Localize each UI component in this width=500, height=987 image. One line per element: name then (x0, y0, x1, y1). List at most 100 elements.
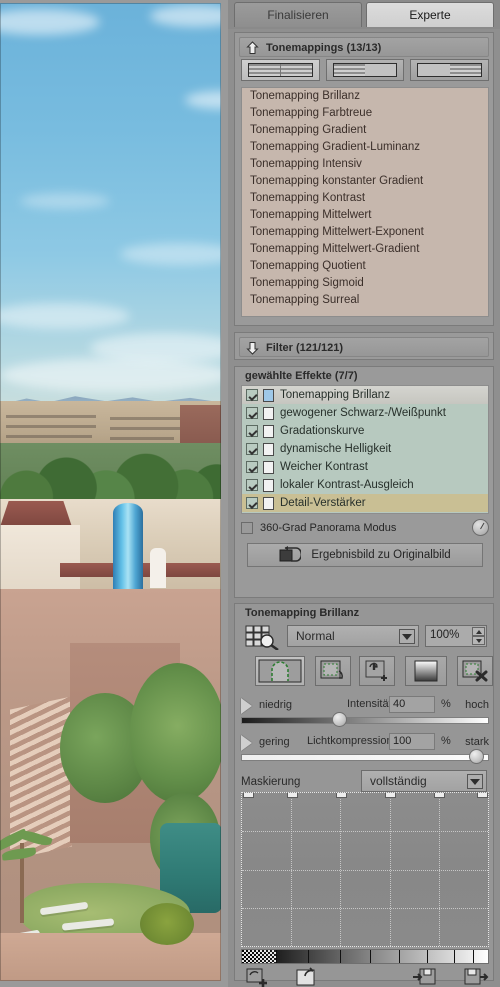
checkbox-checked-icon[interactable] (246, 425, 258, 437)
cloud (20, 193, 110, 209)
gradient-mask-button[interactable] (405, 656, 447, 686)
view-mode-left-button[interactable] (325, 59, 405, 81)
checkbox-checked-icon[interactable] (246, 407, 258, 419)
slider-min-label: gering (259, 736, 290, 748)
mask-handle[interactable] (477, 793, 488, 798)
list-item[interactable]: Tonemapping konstanter Gradient (242, 173, 488, 190)
mask-handle[interactable] (336, 793, 347, 798)
list-item[interactable]: Tonemapping Intensiv (242, 156, 488, 173)
filter-panel: Filter (121/121) (234, 332, 494, 360)
preview-image[interactable] (0, 3, 221, 981)
filter-header[interactable]: Filter (121/121) (239, 337, 489, 357)
arrow-up-icon (246, 41, 259, 55)
page-icon (263, 424, 274, 438)
checkbox-checked-icon[interactable] (246, 479, 258, 491)
checkbox-checked-icon[interactable] (246, 443, 258, 455)
checkbox-checked-icon[interactable] (246, 461, 258, 473)
slider-reset-icon[interactable] (241, 698, 252, 714)
lichtkompression-track[interactable] (241, 754, 489, 761)
mask-new-button[interactable] (245, 966, 271, 987)
page-icon (263, 442, 274, 456)
list-item[interactable]: Tonemapping Gradient (242, 122, 488, 139)
list-item[interactable]: Tonemapping Quotient (242, 258, 488, 275)
tonemappings-list[interactable]: Tonemapping Brillanz Tonemapping Farbtre… (241, 87, 489, 317)
mask-mode-select[interactable]: vollständig (361, 770, 487, 792)
slider-reset-icon[interactable] (241, 735, 252, 751)
view-mode-right-button[interactable] (410, 59, 490, 81)
tree (130, 663, 221, 803)
list-item[interactable]: Gradationskurve (242, 422, 488, 440)
list-item-label: Gradationskurve (280, 425, 365, 437)
list-item[interactable]: lokaler Kontrast-Ausgleich (242, 476, 488, 494)
list-item[interactable]: Tonemapping Sigmoid (242, 275, 488, 292)
mask-delete-button[interactable] (457, 656, 493, 686)
mask-handle[interactable] (385, 793, 396, 798)
stepper-up-icon[interactable] (472, 627, 485, 636)
slider-unit: % (441, 698, 451, 710)
filter-header-label: Filter (121/121) (266, 342, 344, 354)
mask-save-button[interactable] (413, 966, 439, 987)
list-item[interactable]: Tonemapping Surreal (242, 292, 488, 309)
mask-add-button[interactable] (359, 656, 395, 686)
compare-to-original-button[interactable]: Ergebnisbild zu Originalbild (247, 543, 483, 567)
checkbox-checked-icon[interactable] (246, 389, 258, 401)
rotation-knob[interactable] (472, 519, 489, 536)
mask-handle[interactable] (243, 793, 254, 798)
tab-experte[interactable]: Experte (366, 2, 494, 27)
list-item[interactable]: Detail-Verstärker (242, 494, 488, 512)
list-item[interactable]: Tonemapping Farbtreue (242, 105, 488, 122)
mask-handle[interactable] (434, 793, 445, 798)
list-item[interactable]: Tonemapping Gradient-Luminanz (242, 139, 488, 156)
effect-editor-panel: Tonemapping Brillanz Normal 100% niedrig… (234, 603, 494, 987)
mask-gradient-strip[interactable] (241, 949, 489, 964)
slider-unit: % (441, 735, 451, 747)
chevron-down-icon[interactable] (399, 629, 415, 644)
list-item[interactable]: Tonemapping Mittelwert-Exponent (242, 224, 488, 241)
list-item[interactable]: Tonemapping Brillanz (242, 88, 488, 105)
checkbox-checked-icon[interactable] (246, 497, 258, 509)
list-item[interactable]: gewogener Schwarz-/Weißpunkt (242, 404, 488, 422)
mask-open-button[interactable] (295, 966, 321, 987)
grid-magnifier-icon[interactable] (245, 624, 283, 650)
list-item[interactable]: Tonemapping Brillanz (242, 386, 488, 404)
roof (0, 501, 72, 527)
mask-handle[interactable] (287, 793, 298, 798)
page-icon (263, 406, 274, 420)
list-item[interactable]: Weicher Kontrast (242, 458, 488, 476)
list-item[interactable]: Tonemapping Kontrast (242, 190, 488, 207)
list-item-label: gewogener Schwarz-/Weißpunkt (280, 407, 446, 419)
checkbox-unchecked-icon[interactable] (241, 522, 253, 534)
intensity-input[interactable]: 40 (389, 696, 435, 713)
right-panel: Finalisieren Experte Tonemappings (13/13… (228, 0, 500, 987)
lichtkompression-value: 100 (393, 735, 412, 747)
list-item[interactable]: dynamische Helligkeit (242, 440, 488, 458)
intensity-thumb[interactable] (332, 712, 347, 727)
list-item[interactable]: Tonemapping Mittelwert-Gradient (242, 241, 488, 258)
opacity-stepper[interactable]: 100% (425, 625, 487, 647)
chevron-down-icon[interactable] (467, 774, 483, 789)
stepper-down-icon[interactable] (472, 636, 485, 645)
tonemappings-header[interactable]: Tonemappings (13/13) (239, 37, 489, 57)
page-icon (263, 478, 274, 492)
panorama-row: 360-Grad Panorama Modus (241, 519, 489, 537)
mask-export-button[interactable] (463, 966, 489, 987)
mask-full-button[interactable] (255, 656, 305, 686)
tonemappings-header-label: Tonemappings (13/13) (266, 42, 382, 54)
view-mode-both-button[interactable] (241, 59, 320, 81)
list-item-label: dynamische Helligkeit (280, 443, 392, 455)
tonemappings-panel: Tonemappings (13/13) Tonemapping Brillan… (234, 32, 494, 326)
blend-mode-value: Normal (296, 629, 335, 643)
effects-list[interactable]: Tonemapping Brillanz gewogener Schwarz-/… (241, 385, 489, 514)
mask-editor-canvas[interactable] (241, 792, 489, 947)
effects-label: gewählte Effekte (7/7) (245, 370, 358, 382)
lichtkompression-input[interactable]: 100 (389, 733, 435, 750)
application-window: Finalisieren Experte Tonemappings (13/13… (0, 0, 500, 987)
lichtkompression-thumb[interactable] (469, 749, 484, 764)
intensity-track[interactable] (241, 717, 489, 724)
tab-finalisieren[interactable]: Finalisieren (234, 2, 362, 27)
blend-mode-select[interactable]: Normal (287, 625, 419, 647)
mask-copy-button[interactable] (315, 656, 351, 686)
opacity-value: 100% (430, 629, 460, 641)
page-icon (263, 460, 274, 474)
list-item[interactable]: Tonemapping Mittelwert (242, 207, 488, 224)
